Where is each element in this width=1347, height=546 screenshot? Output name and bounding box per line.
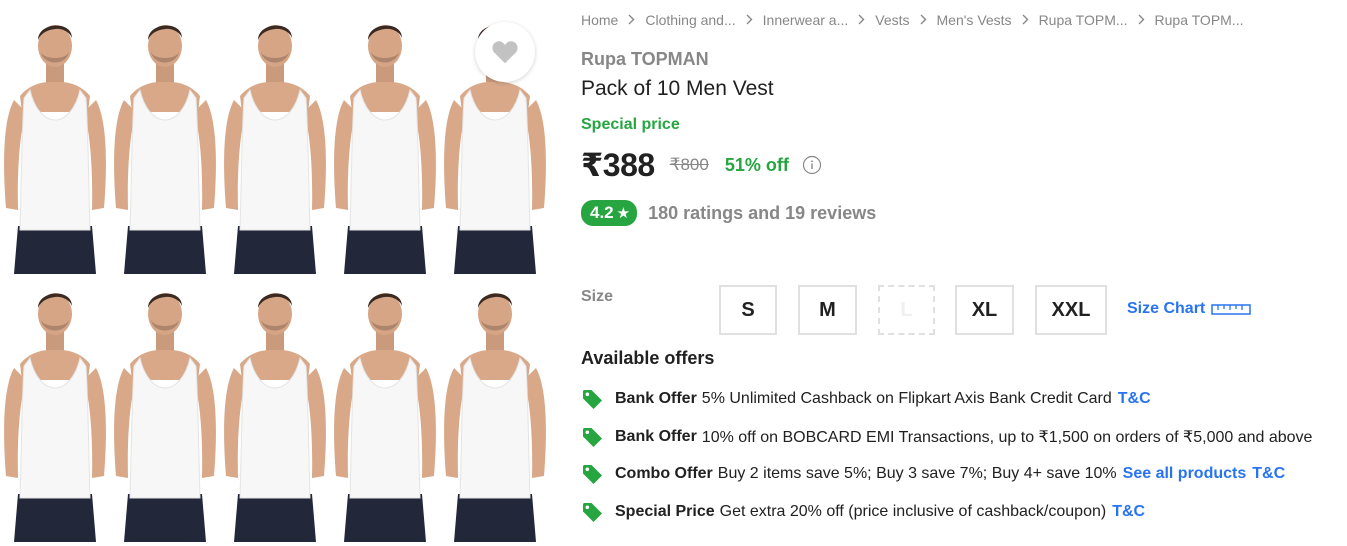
see-all-products-link[interactable]: See all products: [1123, 465, 1247, 483]
breadcrumb-item[interactable]: Men's Vests: [937, 12, 1012, 28]
offer-type: Combo Offer: [615, 465, 713, 482]
size-option-xxl[interactable]: XXL: [1035, 285, 1107, 335]
breadcrumb-item[interactable]: Rupa TOPM...: [1155, 12, 1244, 28]
breadcrumb-item[interactable]: Innerwear a...: [763, 12, 849, 28]
terms-link[interactable]: T&C: [1118, 390, 1151, 408]
tag-icon: [583, 428, 602, 447]
chevron-right-icon: [920, 13, 927, 28]
model-figure: [0, 8, 110, 274]
heart-icon: [491, 40, 519, 65]
offer-text: 10% off on BOBCARD EMI Transactions, up …: [701, 429, 1313, 446]
offer-text: Buy 2 items save 5%; Buy 3 save 7%; Buy …: [717, 465, 1117, 482]
rating-row: 4.2 ★ 180 ratings and 19 reviews: [581, 200, 876, 226]
model-figure: [220, 276, 330, 542]
breadcrumb-item[interactable]: Clothing and...: [645, 12, 735, 28]
tag-icon: [583, 390, 602, 409]
tag-icon: [583, 465, 602, 484]
size-option-s[interactable]: S: [719, 285, 777, 335]
offer-type: Bank Offer: [615, 390, 697, 407]
info-icon[interactable]: [802, 155, 822, 175]
discount-percent: 51% off: [724, 154, 789, 175]
model-figure: [110, 276, 220, 542]
product-image-row-bottom: [0, 276, 550, 542]
terms-link[interactable]: T&C: [1252, 465, 1285, 483]
product-brand: Rupa TOPMAN: [581, 49, 709, 69]
offer-item: Special Price Get extra 20% off (price in…: [581, 501, 1145, 523]
chevron-right-icon: [1138, 13, 1145, 28]
tag-icon: [583, 503, 602, 522]
size-option-xl[interactable]: XL: [955, 285, 1014, 335]
star-icon: ★: [616, 205, 631, 222]
offer-item: Bank Offer 10% off on BOBCARD EMI Transac…: [581, 426, 1312, 448]
offer-item: Bank Offer 5% Unlimited Cashback on Flipk…: [581, 388, 1151, 410]
offer-text: 5% Unlimited Cashback on Flipkart Axis B…: [701, 390, 1112, 407]
model-figure: [220, 8, 330, 274]
rating-value: 4.2: [590, 203, 614, 222]
product-info: Home Clothing and... Innerwear a... Vests Me…: [581, 0, 1347, 546]
chevron-right-icon: [1022, 13, 1029, 28]
size-option-l: L: [878, 285, 935, 335]
special-price-label: Special price: [581, 116, 680, 133]
size-chart-label: Size Chart: [1127, 300, 1206, 317]
offer-type: Bank Offer: [615, 428, 697, 445]
breadcrumb-item[interactable]: Home: [581, 12, 618, 28]
model-figure: [330, 276, 440, 542]
offer-item: Combo Offer Buy 2 items save 5%; Buy 3 sa…: [581, 463, 1285, 485]
rating-badge[interactable]: 4.2 ★: [581, 200, 638, 226]
chevron-right-icon: [628, 13, 635, 28]
wishlist-button[interactable]: [475, 22, 535, 82]
product-title: Pack of 10 Men Vest: [581, 77, 774, 100]
original-price: ₹800: [669, 155, 709, 174]
size-chart-link[interactable]: Size Chart: [1127, 300, 1251, 318]
product-image-row-top: [0, 8, 550, 274]
selling-price: ₹388: [581, 147, 655, 183]
chevron-right-icon: [858, 13, 865, 28]
ratings-reviews-count[interactable]: 180 ratings and 19 reviews: [648, 203, 876, 224]
model-figure: [330, 8, 440, 274]
ruler-icon: [1211, 304, 1251, 315]
model-figure: [440, 276, 550, 542]
offer-text: Get extra 20% off (price inclusive of ca…: [719, 503, 1107, 520]
available-offers-heading: Available offers: [581, 348, 715, 368]
size-option-m[interactable]: M: [798, 285, 857, 335]
size-label: Size: [581, 288, 614, 305]
breadcrumb-item[interactable]: Vests: [875, 12, 909, 28]
breadcrumb: Home Clothing and... Innerwear a... Vests Me…: [581, 12, 1244, 28]
chevron-right-icon: [746, 13, 753, 28]
model-figure: [110, 8, 220, 274]
product-image[interactable]: [0, 0, 550, 546]
price-row: ₹388 ₹800 51% off: [581, 146, 822, 184]
terms-link[interactable]: T&C: [1112, 503, 1145, 521]
offer-type: Special Price: [615, 503, 715, 520]
breadcrumb-item[interactable]: Rupa TOPM...: [1039, 12, 1128, 28]
model-figure: [0, 276, 110, 542]
